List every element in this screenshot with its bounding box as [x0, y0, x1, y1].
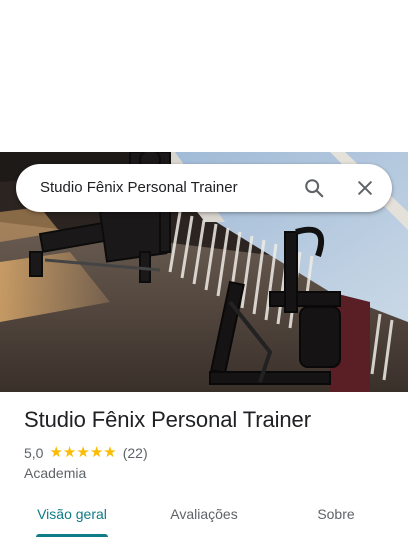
search-bar[interactable]: Studio Fênix Personal Trainer: [16, 164, 392, 212]
review-count[interactable]: (22): [123, 445, 148, 461]
place-details-page: Studio Fênix Personal Trainer Studio Fên…: [0, 0, 408, 544]
star-icon: ★: [76, 444, 90, 461]
tab-overview[interactable]: Visão geral: [20, 494, 124, 534]
search-icon[interactable]: [300, 174, 328, 202]
place-title: Studio Fênix Personal Trainer: [24, 407, 311, 432]
star-icon: ★: [62, 444, 77, 461]
rating-value: 5,0: [24, 445, 44, 461]
search-input[interactable]: Studio Fênix Personal Trainer: [40, 164, 238, 212]
active-tab-indicator: [36, 534, 108, 537]
place-tabs: Visão geral Avaliações Sobre: [0, 494, 408, 538]
star-icon: ★: [89, 444, 104, 461]
star-icon: ★: [49, 444, 63, 461]
star-icon: ★: [103, 444, 117, 461]
star-rating: ★ ★ ★ ★ ★: [49, 444, 116, 462]
close-icon[interactable]: [351, 174, 379, 202]
place-category[interactable]: Academia: [24, 465, 86, 481]
rating-row[interactable]: 5,0 ★ ★ ★ ★ ★ (22): [24, 444, 148, 462]
tab-reviews[interactable]: Avaliações: [152, 494, 256, 534]
tab-about[interactable]: Sobre: [284, 494, 388, 534]
